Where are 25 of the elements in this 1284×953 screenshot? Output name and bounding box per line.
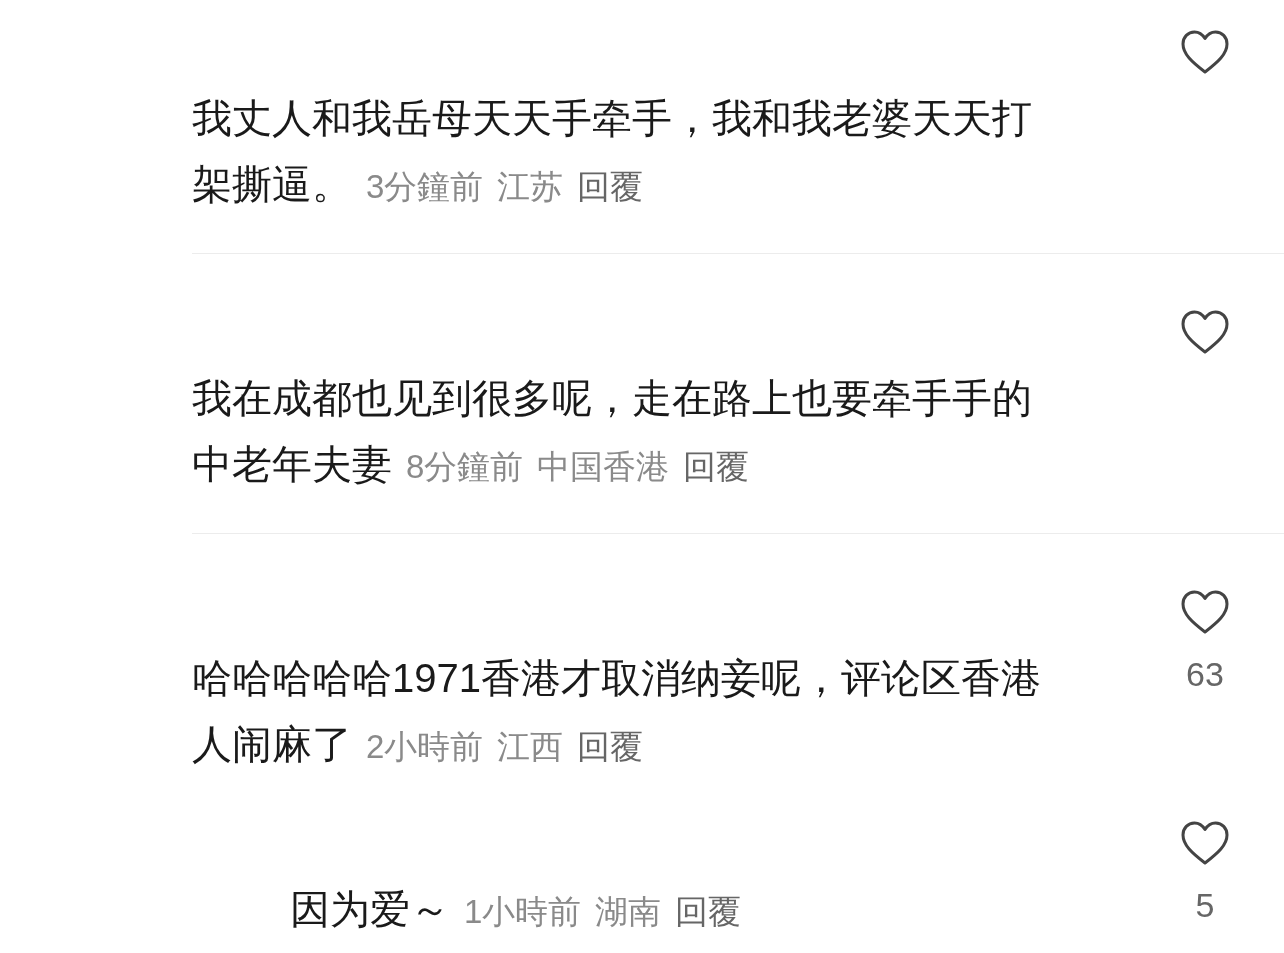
like-count: 5 (1195, 885, 1215, 925)
comment-text: 我丈人和我岳母天天手牵手，我和我老婆天天打 (192, 95, 1032, 142)
heart-icon[interactable] (1180, 310, 1230, 356)
comment-text: 我在成都也见到很多呢，走在路上也要牵手手的 (192, 375, 1032, 422)
comment-text: 人闹麻了 (192, 722, 352, 766)
comment-location: 江苏 (497, 168, 564, 205)
reply-link[interactable]: 回覆 (577, 728, 644, 765)
comment-text: 架撕逼。 (192, 162, 352, 206)
comment-location: 湖南 (595, 893, 662, 930)
comment-text: 因为爱～ (290, 887, 450, 931)
heart-icon[interactable] (1180, 821, 1230, 867)
comment-time: 3分鐘前 (366, 168, 484, 205)
like-count: 63 (1186, 654, 1224, 694)
comment-location: 江西 (497, 728, 564, 765)
comment-time: 8分鐘前 (406, 448, 524, 485)
comment-text: 哈哈哈哈哈1971香港才取消纳妾呢，评论区香港 (192, 655, 1041, 702)
comment-time: 1小時前 (464, 893, 582, 930)
reply-link[interactable]: 回覆 (577, 168, 644, 205)
comment-text: 中老年夫妻 (192, 442, 392, 486)
heart-icon[interactable] (1180, 590, 1230, 636)
reply-link[interactable]: 回覆 (675, 893, 742, 930)
comment-location: 中国香港 (537, 448, 670, 485)
reply-link[interactable]: 回覆 (683, 448, 750, 485)
heart-icon[interactable] (1180, 30, 1230, 76)
comment-time: 2小時前 (366, 728, 484, 765)
